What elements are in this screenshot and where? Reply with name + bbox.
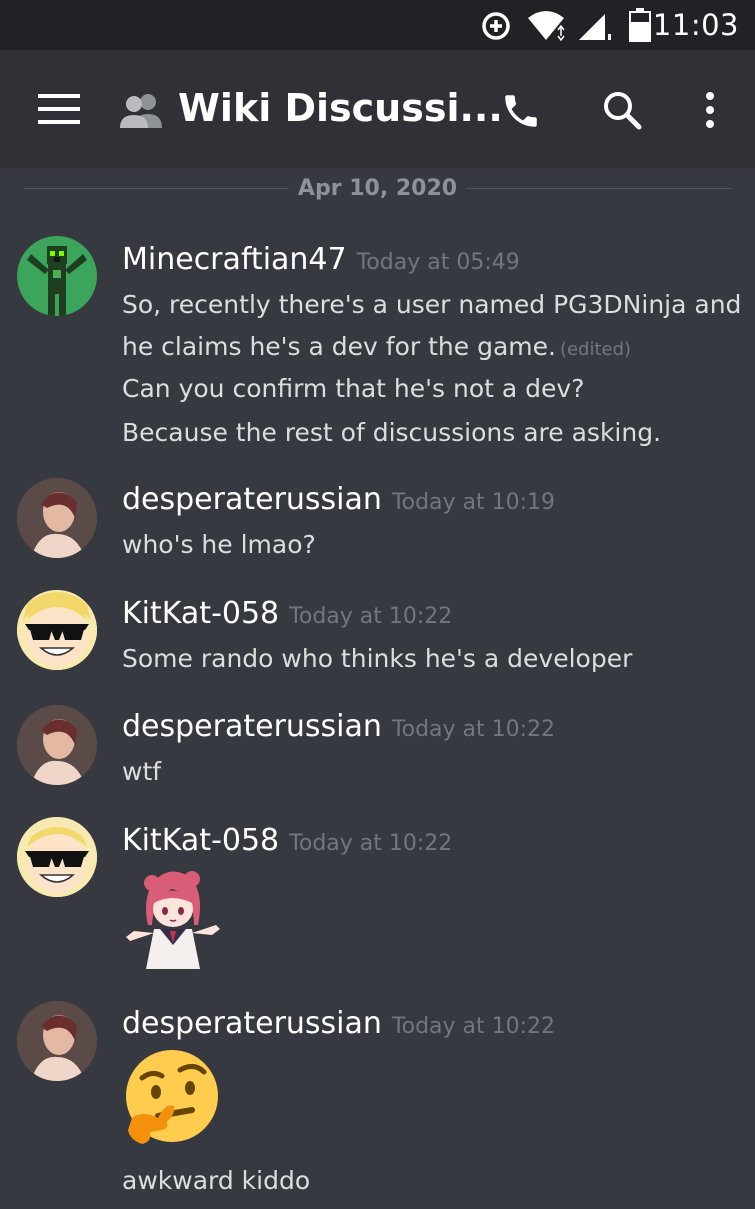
- divider-date: Apr 10, 2020: [297, 176, 458, 201]
- divider-line: [24, 188, 289, 189]
- message-group[interactable]: desperaterussian Today at 10:22 awkward k…: [0, 1000, 755, 1209]
- avatar[interactable]: [17, 817, 97, 897]
- message-text: Because the rest of discussions are aski…: [122, 418, 662, 447]
- sunglasses-avatar-icon: [17, 590, 97, 670]
- message-header: KitKat-058 Today at 10:22: [122, 823, 452, 858]
- edited-label: (edited): [559, 339, 632, 360]
- menu-icon[interactable]: [38, 94, 80, 124]
- message-group[interactable]: desperaterussian Today at 10:22 wtf: [0, 703, 755, 793]
- timestamp: Today at 10:19: [391, 490, 556, 515]
- app-header: Wiki Discussi...: [0, 50, 755, 168]
- battery-icon: [629, 8, 651, 42]
- message-text: wtf: [122, 757, 162, 786]
- avatar[interactable]: [17, 478, 97, 558]
- message-group[interactable]: desperaterussian Today at 10:19 who's he …: [0, 476, 755, 566]
- message-header: desperaterussian Today at 10:19: [122, 482, 555, 517]
- timestamp: Today at 05:49: [356, 250, 520, 275]
- user-photo-icon: [17, 1001, 97, 1081]
- message-group[interactable]: KitKat-058 Today at 10:22 Some rando who …: [0, 590, 755, 680]
- divider-line: [466, 188, 731, 189]
- timestamp: Today at 10:22: [289, 604, 453, 629]
- creeper-figure-icon: [27, 246, 87, 316]
- clock: 11:03: [652, 8, 739, 42]
- author-name[interactable]: KitKat-058: [122, 596, 279, 631]
- data-saver-icon: [482, 12, 510, 40]
- avatar[interactable]: [17, 236, 97, 316]
- message-text: So, recently there's a user named PG3DNi…: [122, 290, 742, 319]
- message-header: desperaterussian Today at 10:22: [122, 709, 555, 744]
- author-name[interactable]: desperaterussian: [122, 709, 382, 744]
- message-header: KitKat-058 Today at 10:22: [122, 596, 452, 631]
- search-icon[interactable]: [602, 90, 642, 130]
- message-text-line: he claims he's a dev for the game. (edite…: [122, 332, 631, 361]
- message-header: Minecraftian47 Today at 05:49: [122, 242, 520, 277]
- anime-girl-sticker[interactable]: [120, 865, 224, 969]
- channel-title[interactable]: Wiki Discussi...: [178, 86, 503, 130]
- phone-icon[interactable]: [500, 90, 542, 132]
- message-group[interactable]: Minecraftian47 Today at 05:49 So, recentl…: [0, 236, 755, 456]
- message-text: who's he lmao?: [122, 530, 316, 559]
- date-divider: Apr 10, 2020: [0, 176, 755, 202]
- message-text: Can you confirm that he's not a dev?: [122, 374, 585, 403]
- group-icon: [120, 94, 162, 128]
- timestamp: Today at 10:22: [391, 1014, 556, 1039]
- author-name[interactable]: desperaterussian: [122, 1006, 382, 1041]
- sunglasses-avatar-icon: [17, 817, 97, 897]
- author-name[interactable]: KitKat-058: [122, 823, 279, 858]
- timestamp: Today at 10:22: [289, 831, 453, 856]
- user-photo-icon: [17, 705, 97, 785]
- author-name[interactable]: Minecraftian47: [122, 242, 347, 277]
- avatar[interactable]: [17, 705, 97, 785]
- author-name[interactable]: desperaterussian: [122, 482, 382, 517]
- cell-signal-icon: [579, 14, 611, 40]
- message-header: desperaterussian Today at 10:22: [122, 1006, 555, 1041]
- message-group[interactable]: KitKat-058 Today at 10:22: [0, 817, 755, 977]
- wifi-icon: [528, 11, 565, 42]
- avatar[interactable]: [17, 590, 97, 670]
- message-text: Some rando who thinks he's a developer: [122, 644, 633, 673]
- avatar[interactable]: [17, 1001, 97, 1081]
- timestamp: Today at 10:22: [391, 717, 556, 742]
- user-photo-icon: [17, 478, 97, 558]
- thinking-face-emoji[interactable]: [122, 1048, 222, 1148]
- status-bar: 11:03: [0, 0, 755, 50]
- message-text: awkward kiddo: [122, 1166, 311, 1195]
- message-text: he claims he's a dev for the game.: [122, 332, 556, 361]
- more-vert-icon[interactable]: [703, 92, 717, 128]
